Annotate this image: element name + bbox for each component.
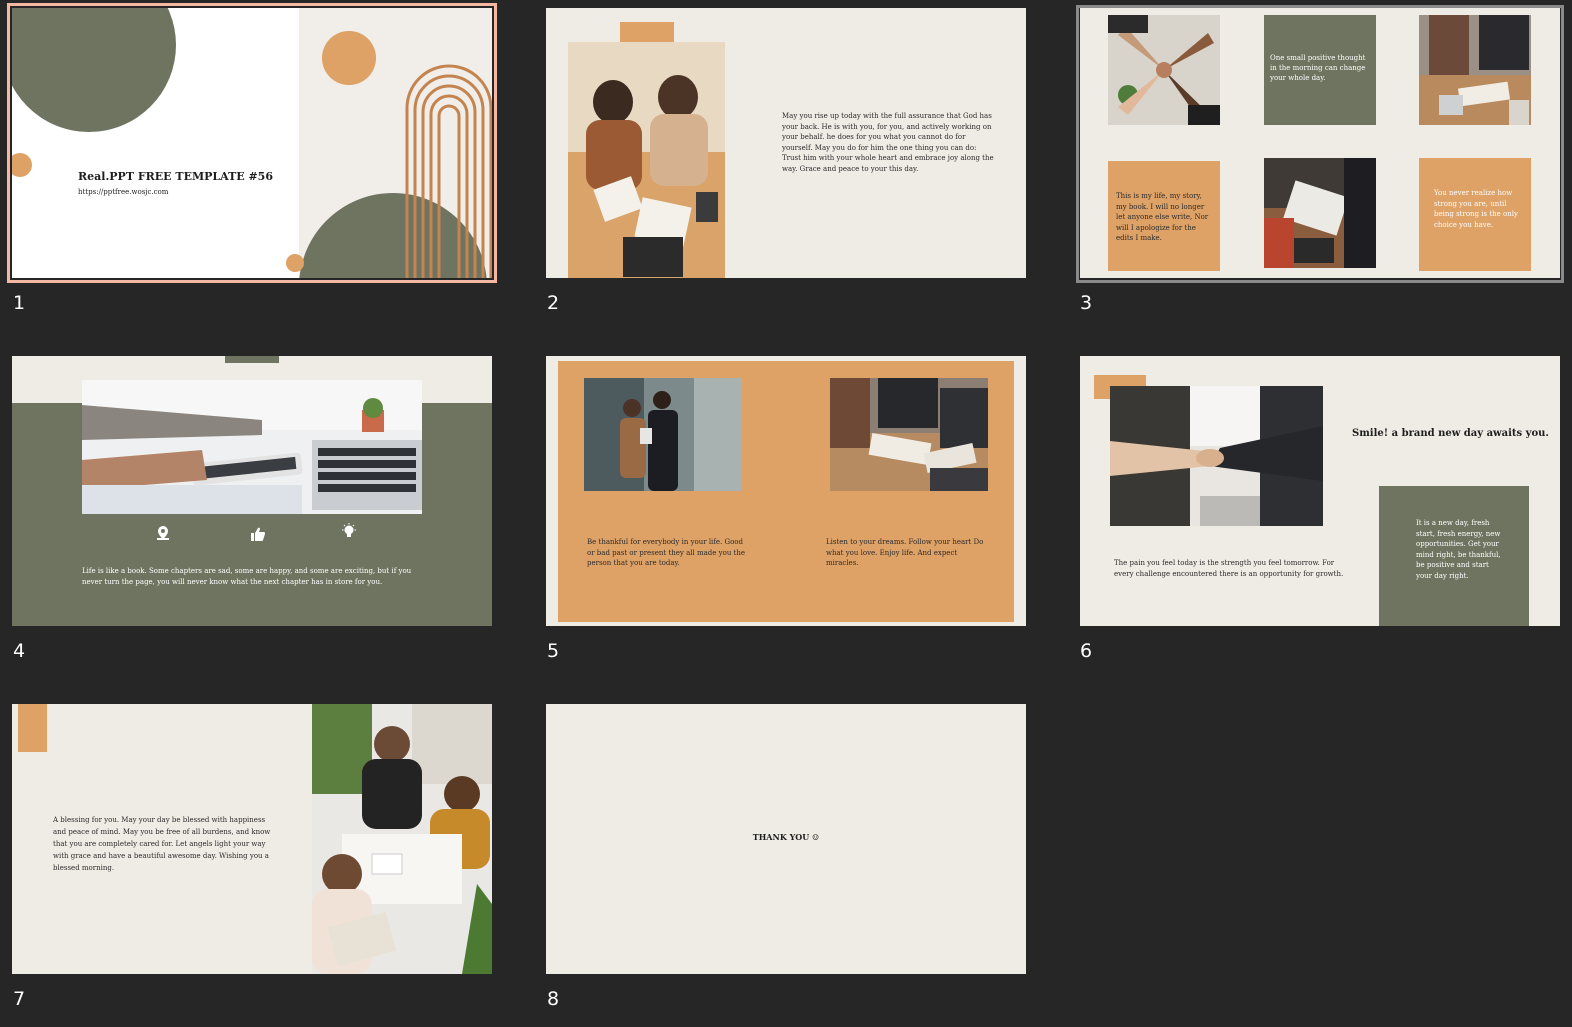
slide-number: 2 [547, 292, 560, 314]
body-text: A blessing for you. May your day be bles… [53, 816, 271, 872]
slide-5-canvas[interactable]: Be thankful for everybody in your life. … [546, 356, 1026, 626]
slide-7-canvas[interactable]: A blessing for you. May your day be bles… [12, 704, 492, 974]
thank-you-text: THANK YOU ☺ [752, 832, 820, 842]
location-pin-icon [157, 526, 169, 540]
thumbs-up-icon [251, 527, 265, 541]
slide-number: 8 [547, 988, 560, 1010]
olive-accent-bar [225, 356, 279, 363]
colleagues-photo [584, 378, 742, 491]
slide-number: 1 [13, 292, 26, 314]
body-text: The pain you feel today is the strength … [1114, 559, 1344, 578]
business-desk-photo [1419, 15, 1531, 125]
quote-box-tan-right: You never realize how strong you are, un… [1419, 158, 1531, 271]
quote-box-tan-left: This is my life, my story, my book. I wi… [1108, 161, 1220, 271]
tan-accent-bar [18, 704, 47, 752]
quote-text: This is my life, my story, my book. I wi… [1116, 192, 1209, 242]
right-text: Listen to your dreams. Follow your heart… [826, 538, 984, 567]
slide-4-canvas[interactable]: Life is like a book. Some chapters are s… [12, 356, 492, 626]
slide-number: 5 [547, 640, 560, 662]
olive-circle [12, 8, 176, 132]
slide-thumbnail-1[interactable]: Real.PPT FREE TEMPLATE #56 https://pptfr… [12, 8, 492, 278]
slide-6-canvas[interactable]: Smile! a brand new day awaits you. The p… [1080, 356, 1560, 626]
slide-url: https://pptfree.wosjc.com [78, 188, 169, 196]
slide-thumbnail-4[interactable]: Life is like a book. Some chapters are s… [12, 356, 492, 626]
tan-accent-bar [620, 22, 674, 42]
body-text: May you rise up today with the full assu… [782, 112, 994, 173]
body-text: Life is like a book. Some chapters are s… [82, 567, 412, 586]
tiny-tan-circle [286, 254, 304, 272]
meeting-table-photo [830, 378, 988, 491]
slide-thumbnail-7[interactable]: A blessing for you. May your day be bles… [12, 704, 492, 974]
quote-text: It is a new day, fresh start, fresh ener… [1416, 519, 1501, 580]
hands-together-photo [1108, 15, 1220, 125]
handshake-photo [1110, 386, 1323, 526]
slide-1-canvas[interactable]: Real.PPT FREE TEMPLATE #56 https://pptfr… [12, 8, 492, 278]
left-text: Be thankful for everybody in your life. … [587, 538, 746, 567]
meeting-photo [568, 42, 725, 278]
calculator-laptop-photo [82, 380, 422, 514]
quote-text: One small positive thought in the mornin… [1270, 54, 1366, 82]
slide-thumbnail-6[interactable]: Smile! a brand new day awaits you. The p… [1080, 356, 1560, 626]
lightbulb-icon [342, 523, 356, 537]
slide-number: 7 [13, 988, 26, 1010]
slide-thumbnail-8[interactable]: THANK YOU ☺ [546, 704, 1026, 974]
quote-box-olive: One small positive thought in the mornin… [1264, 15, 1376, 125]
rainbow-arches [405, 64, 492, 278]
slide-title: Real.PPT FREE TEMPLATE #56 [78, 170, 273, 183]
tan-circle [322, 31, 376, 85]
slide-8-canvas[interactable]: THANK YOU ☺ [546, 704, 1026, 974]
quote-box-olive: It is a new day, fresh start, fresh ener… [1379, 486, 1529, 626]
small-tan-circle [12, 153, 32, 177]
slide-thumbnail-5[interactable]: Be thankful for everybody in your life. … [546, 356, 1026, 626]
team-working-photo [312, 704, 492, 974]
slide-number: 3 [1080, 292, 1093, 314]
slide-number: 4 [13, 640, 26, 662]
quote-text: You never realize how strong you are, un… [1434, 189, 1518, 229]
slide-3-canvas[interactable]: One small positive thought in the mornin… [1080, 8, 1560, 278]
slide-sorter-grid: Real.PPT FREE TEMPLATE #56 https://pptfr… [0, 0, 1572, 1027]
document-review-photo [1264, 158, 1376, 268]
slide-thumbnail-2[interactable]: May you rise up today with the full assu… [546, 8, 1026, 278]
slide-thumbnail-3[interactable]: One small positive thought in the mornin… [1080, 8, 1560, 278]
slide-heading: Smile! a brand new day awaits you. [1352, 428, 1549, 439]
slide-number: 6 [1080, 640, 1093, 662]
slide-2-canvas[interactable]: May you rise up today with the full assu… [546, 8, 1026, 278]
